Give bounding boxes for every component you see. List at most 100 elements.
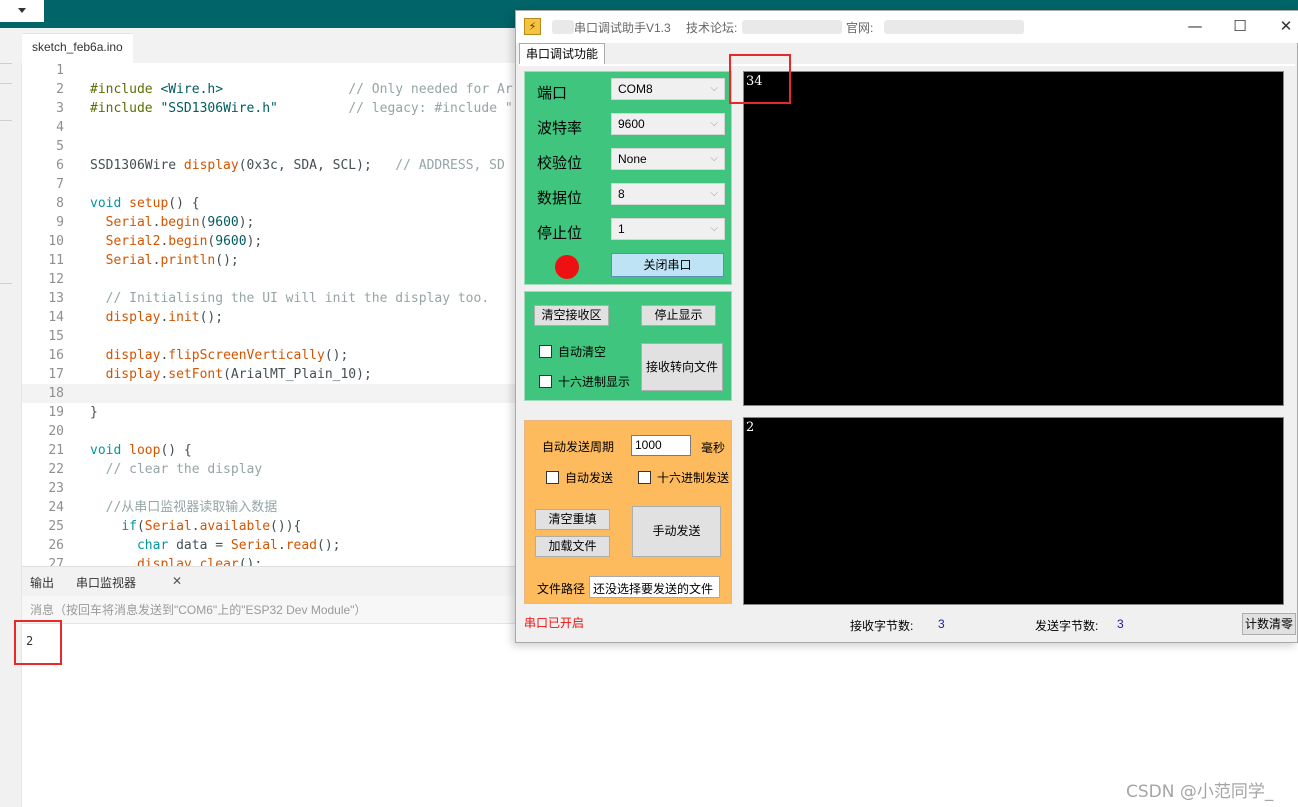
code-token: Serial <box>230 538 278 553</box>
chevron-down-icon[interactable]: ⌵ <box>710 153 718 164</box>
hex-send-checkbox[interactable]: 十六进制发送 <box>638 469 729 486</box>
code-token: loop <box>129 443 161 458</box>
code-token: (); <box>238 557 263 566</box>
ide-board-dropdown[interactable] <box>0 0 44 22</box>
close-icon[interactable]: ✕ <box>172 574 182 588</box>
auto-clear-label: 自动清空 <box>558 345 607 359</box>
setting-dropdown[interactable]: 9600 ⌵ <box>611 113 725 135</box>
auto-send-period-label: 自动发送周期 <box>542 440 615 454</box>
setting-dropdown[interactable]: 8 ⌵ <box>611 183 725 205</box>
setting-dropdown[interactable]: None ⌵ <box>611 148 725 170</box>
code-line[interactable]: 2 #include <Wire.h> // Only needed for Ar <box>22 80 515 99</box>
setting-label: 数据位 <box>537 189 583 207</box>
code-token: println <box>160 253 216 268</box>
auto-clear-checkbox[interactable]: 自动清空 <box>539 343 606 360</box>
tab-serial-monitor[interactable]: 串口监视器 <box>76 574 136 591</box>
line-number: 15 <box>48 329 64 344</box>
close-port-button[interactable]: 关闭串口 <box>611 253 724 277</box>
code-line[interactable]: 10 Serial2.begin(9600); <box>22 232 515 251</box>
annotation-highlight-box <box>14 620 62 665</box>
code-token: ( <box>136 519 145 534</box>
send-terminal[interactable]: 2 <box>743 417 1284 605</box>
tab-output[interactable]: 输出 <box>30 574 54 591</box>
code-line[interactable]: 26 char data = Serial.read(); <box>22 536 515 555</box>
code-line[interactable]: 13 // Initialising the UI will init the … <box>22 289 515 308</box>
clear-receive-button[interactable]: 清空接收区 <box>534 305 609 326</box>
auto-send-label: 自动发送 <box>565 471 614 485</box>
code-line[interactable]: 6 SSD1306Wire display(0x3c, SDA, SCL); //… <box>22 156 515 175</box>
load-file-button[interactable]: 加载文件 <box>535 536 610 557</box>
setting-dropdown[interactable]: 1 ⌵ <box>611 218 725 240</box>
code-editor[interactable]: 1 2 #include <Wire.h> // Only needed for A… <box>22 63 515 566</box>
code-line[interactable]: 18 <box>22 384 515 403</box>
line-number: 4 <box>56 120 64 135</box>
code-line[interactable]: 23 <box>22 479 515 498</box>
auto-send-period-input[interactable]: 1000 <box>631 435 691 456</box>
serial-message-input[interactable]: 消息（按回车将消息发送到"COM6"上的"ESP32 Dev Module"） <box>22 596 515 624</box>
auto-send-checkbox[interactable]: 自动发送 <box>546 469 613 486</box>
minimize-icon[interactable]: — <box>1180 15 1210 37</box>
receive-to-file-button[interactable]: 接收转向文件 <box>641 343 723 391</box>
code-line[interactable]: 15 <box>22 327 515 346</box>
code-line[interactable]: 19} <box>22 403 515 422</box>
checkbox-icon[interactable] <box>546 471 559 484</box>
code-line[interactable]: 20 <box>22 422 515 441</box>
hex-display-checkbox[interactable]: 十六进制显示 <box>539 373 630 390</box>
chevron-down-icon[interactable]: ⌵ <box>710 83 718 94</box>
code-text: display.flipScreenVertically(); <box>90 346 349 365</box>
tab-serial-functions[interactable]: 串口调试功能 <box>519 43 605 65</box>
setting-dropdown[interactable]: COM8 ⌵ <box>611 78 725 100</box>
code-line[interactable]: 9 Serial.begin(9600); <box>22 213 515 232</box>
code-text: display.init(); <box>90 308 223 327</box>
chevron-down-icon[interactable]: ⌵ <box>710 188 718 199</box>
receive-terminal[interactable]: 34 <box>743 71 1284 406</box>
code-line[interactable]: 22 // clear the display <box>22 460 515 479</box>
checkbox-icon[interactable] <box>539 345 552 358</box>
code-token: . <box>191 557 200 566</box>
close-icon[interactable]: ✕ <box>1271 15 1298 37</box>
line-number: 23 <box>48 481 64 496</box>
code-token: void <box>90 196 122 211</box>
code-line[interactable]: 3 #include "SSD1306Wire.h" // legacy: #in… <box>22 99 515 118</box>
manual-send-button[interactable]: 手动发送 <box>632 506 721 557</box>
code-line[interactable]: 12 <box>22 270 515 289</box>
code-line[interactable]: 8 void setup() { <box>22 194 515 213</box>
website-label: 官网: <box>846 21 874 35</box>
code-token: setFont <box>168 367 224 382</box>
clear-counts-button[interactable]: 计数清零 <box>1242 613 1296 635</box>
code-line[interactable]: 11 Serial.println(); <box>22 251 515 270</box>
code-line[interactable]: 21 void loop() { <box>22 441 515 460</box>
code-line[interactable]: 25 if(Serial.available()){ <box>22 517 515 536</box>
code-token: if <box>121 519 137 534</box>
code-line[interactable]: 24 //从串口监视器读取输入数据 <box>22 498 515 517</box>
code-line[interactable]: 17 display.setFont(ArialMT_Plain_10); <box>22 365 515 384</box>
stop-display-button[interactable]: 停止显示 <box>641 305 716 326</box>
checkbox-icon[interactable] <box>539 375 552 388</box>
file-path-field[interactable]: 还没选择要发送的文件 <box>589 576 720 598</box>
checkbox-icon[interactable] <box>638 471 651 484</box>
code-line[interactable]: 4 <box>22 118 515 137</box>
receive-controls-panel: 清空接收区 停止显示 自动清空 十六进制显示 接收转向文件 <box>524 291 732 401</box>
code-line[interactable]: 5 <box>22 137 515 156</box>
line-number: 27 <box>48 557 64 566</box>
maximize-icon[interactable]: ☐ <box>1225 15 1255 37</box>
code-token: data = <box>168 538 231 553</box>
code-line[interactable]: 16 display.flipScreenVertically(); <box>22 346 515 365</box>
line-number: 10 <box>48 234 64 249</box>
chevron-down-icon[interactable]: ⌵ <box>710 118 718 129</box>
code-text: char data = Serial.read(); <box>90 536 341 555</box>
code-line[interactable]: 1 <box>22 63 515 80</box>
code-line[interactable]: 14 display.init(); <box>22 308 515 327</box>
chevron-down-icon[interactable]: ⌵ <box>710 223 718 234</box>
code-token: (); <box>317 538 341 553</box>
code-line[interactable]: 7 <box>22 175 515 194</box>
clear-refill-button[interactable]: 清空重填 <box>535 509 610 530</box>
file-tab[interactable]: sketch_feb6a.ino <box>22 33 133 63</box>
code-line[interactable]: 27 display.clear(); <box>22 555 515 566</box>
code-token: ); <box>238 215 255 230</box>
